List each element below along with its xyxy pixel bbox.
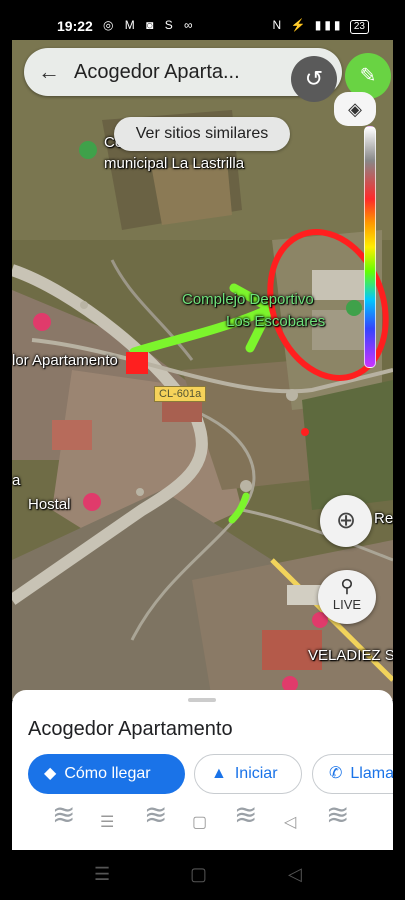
place-sheet[interactable]: Acogedor Apartamento ◆ Cómo llegar ▲ Inici…	[12, 690, 393, 850]
directions-label: Cómo llegar	[64, 765, 151, 782]
ghost-back-icon: ◁	[284, 814, 297, 831]
place-title: Acogedor Apartamento	[28, 718, 233, 740]
back-icon[interactable]: ◁	[288, 864, 302, 885]
directions-button[interactable]: ◆ Cómo llegar	[28, 754, 185, 794]
system-nav-bar: ☰ ▢ ◁	[0, 850, 405, 900]
phone-icon: ✆	[329, 765, 343, 782]
back-arrow-icon[interactable]: ←	[38, 59, 60, 85]
map-label-cemetery-2[interactable]: municipal La Lastrilla	[104, 155, 244, 172]
map-label-apartment[interactable]: lor Apartamento	[12, 352, 118, 369]
ghost-menu-icon: ☰	[100, 814, 115, 831]
live-view-icon: ⚲	[340, 576, 354, 596]
road-shield: CL-601a	[154, 386, 207, 402]
scribble-doodle: ≋	[326, 799, 350, 830]
my-location-icon[interactable]: ⊕	[320, 495, 372, 547]
battery-icon: 23	[349, 20, 369, 34]
live-view-label: LIVE	[332, 597, 362, 612]
action-chips: ◆ Cómo llegar ▲ Iniciar ✆ Llama	[28, 754, 393, 796]
home-icon[interactable]: ▢	[190, 864, 207, 885]
scribble-doodle: ≋	[234, 799, 258, 830]
map-label-right-edge: Re	[374, 510, 393, 527]
map-label-sports-complex[interactable]: Complejo Deportivo	[182, 291, 314, 308]
scribble-doodle: ≋	[52, 799, 76, 830]
search-title[interactable]: Acogedor Aparta...	[74, 61, 240, 84]
start-label: Iniciar	[234, 765, 278, 782]
map-label-hostal[interactable]: Hostal	[28, 496, 71, 513]
color-picker-slider[interactable]	[364, 126, 376, 368]
scribble-doodle: ≋	[144, 799, 168, 830]
sheet-drag-handle[interactable]	[188, 698, 216, 702]
navigation-arrow-icon: ▲	[211, 765, 227, 782]
layers-icon[interactable]: ◈	[334, 92, 376, 126]
ghost-home-icon: ▢	[192, 814, 208, 831]
similar-places-button[interactable]: Ver sitios similares	[114, 117, 290, 151]
recent-apps-icon[interactable]: ☰	[94, 864, 110, 885]
map-label-left-edge: a	[12, 472, 21, 489]
status-bar: 19:22 ◎ M ◙ S ∞ N ⚡ ▮▮▮ 23	[0, 0, 405, 40]
call-button[interactable]: ✆ Llama	[312, 754, 393, 794]
clock: 19:22	[57, 18, 93, 34]
live-view-button[interactable]: ⚲ LIVE	[318, 570, 376, 624]
call-label: Llama	[350, 765, 393, 782]
undo-icon[interactable]: ↺	[291, 56, 337, 102]
notification-icons: ◎ M ◙ S ∞	[103, 18, 197, 32]
system-icons: N ⚡ ▮▮▮ 23	[272, 18, 369, 34]
signal-icons: N ⚡ ▮▮▮	[272, 18, 344, 32]
annotation-doodles: ≋ ☰ ≋ ▢ ≋ ◁ ≋	[12, 798, 393, 850]
start-button[interactable]: ▲ Iniciar	[194, 754, 302, 794]
map-label-sports-complex-2[interactable]: Los Escobares	[226, 313, 325, 330]
map-label-street: VELADIEZ S	[308, 647, 393, 664]
directions-icon: ◆	[44, 765, 57, 782]
